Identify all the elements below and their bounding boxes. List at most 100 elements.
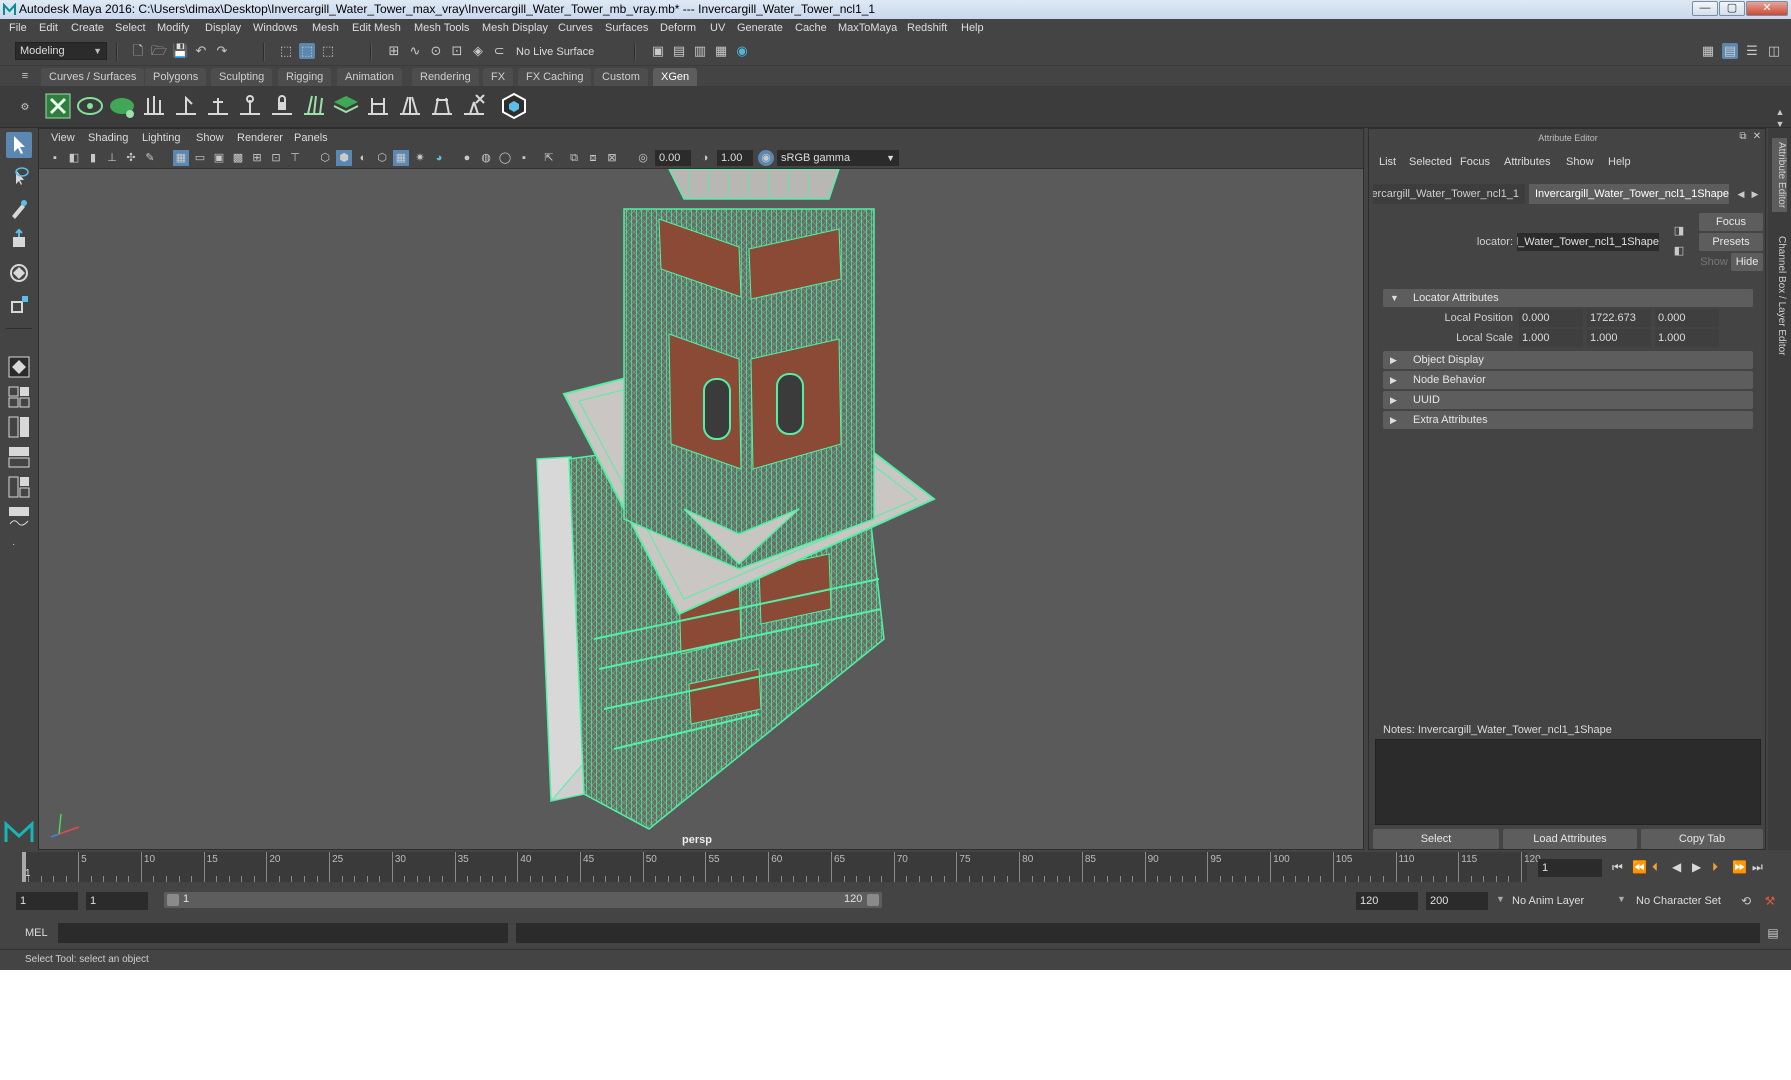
snap-surface-icon[interactable]: ◈ (470, 43, 486, 59)
modeling-toolkit-icon[interactable]: ▤ (1722, 43, 1738, 59)
3d-viewport-canvas[interactable] (39, 169, 1364, 850)
four-view-icon[interactable] (6, 384, 32, 410)
viewport-menu-shading[interactable]: Shading (88, 132, 128, 144)
go-to-start-icon[interactable]: ⏮ (1612, 860, 1623, 874)
sculpt-guide-icon[interactable] (172, 92, 200, 120)
xgen-groom-icon[interactable] (108, 92, 136, 120)
viewport-menu-show[interactable]: Show (196, 132, 224, 144)
place-guide-icon[interactable] (140, 92, 168, 120)
shelf-menu-icon[interactable]: ≡ (17, 68, 33, 84)
safe-action-icon[interactable]: ⊡ (268, 150, 284, 166)
bookmark-icon[interactable]: ▮ (85, 150, 101, 166)
copy-tab-button[interactable]: Copy Tab (1641, 829, 1763, 849)
menu-file[interactable]: File (9, 22, 27, 34)
viewport-menu-renderer[interactable]: Renderer (237, 132, 283, 144)
script-editor-icon[interactable]: ▤ (1765, 925, 1781, 941)
isolate-select-icon[interactable]: ⇱ (541, 150, 557, 166)
rotate-tool-icon[interactable] (6, 260, 32, 286)
color-management-icon[interactable]: ◉ (758, 150, 774, 166)
side-tab-attribute-editor[interactable]: Attribute Editor (1772, 138, 1787, 213)
lasso-tool-icon[interactable] (6, 164, 32, 190)
shelf-tab-fx[interactable]: FX (483, 68, 514, 86)
range-start-handle[interactable] (167, 894, 179, 906)
hide-button[interactable]: Hide (1731, 253, 1763, 271)
time-slider-track[interactable]: 1 5 10 15 20 25 30 35 40 45 50 55 60 65 70 75 80 85 90 95 1… (22, 852, 1541, 882)
live-surface-field[interactable]: No Live Surface (516, 43, 600, 61)
focus-button[interactable]: Focus (1699, 213, 1763, 231)
camera-attributes-icon[interactable]: ◧ (66, 150, 82, 166)
add-guide-icon[interactable] (204, 92, 232, 120)
guide-noise-icon[interactable] (364, 92, 392, 120)
outliner-view-icon[interactable] (6, 444, 32, 470)
clump-icon[interactable] (396, 92, 424, 120)
step-forward-frame-icon[interactable]: ⏩ (1732, 860, 1747, 874)
viewport-menu-view[interactable]: View (51, 132, 75, 144)
show-button[interactable]: Show (1699, 253, 1729, 271)
undo-icon[interactable]: ↶ (193, 43, 209, 59)
menu-deform[interactable]: Deform (660, 22, 696, 34)
side-tab-channel-box[interactable]: Channel Box / Layer Editor (1772, 236, 1787, 356)
ae-menu-show[interactable]: Show (1566, 156, 1594, 168)
maximize-button[interactable]: ▢ (1719, 1, 1745, 16)
go-to-input-icon[interactable]: ◨ (1671, 223, 1687, 239)
xray-icon[interactable]: ⧉ (566, 150, 582, 166)
node-tab-shape[interactable]: Invercargill_Water_Tower_ncl1_1Shape (1529, 184, 1729, 204)
wireframe-icon[interactable]: ⬡ (317, 150, 333, 166)
local-position-x-field[interactable]: 0.000 (1519, 309, 1583, 327)
xray-components-icon[interactable]: ⊠ (604, 150, 620, 166)
notes-textarea[interactable] (1375, 739, 1761, 825)
shelf-tab-rendering[interactable]: Rendering (412, 68, 479, 86)
menu-create[interactable]: Create (71, 22, 104, 34)
menu-edit[interactable]: Edit (39, 22, 58, 34)
animation-preferences-icon[interactable]: ⚒ (1762, 893, 1778, 909)
grease-pencil-icon[interactable]: ✎ (142, 150, 158, 166)
go-to-end-icon[interactable]: ⏭ (1752, 860, 1763, 874)
guide-length-icon[interactable] (236, 92, 264, 120)
shelf-tab-xgen[interactable]: XGen (653, 68, 698, 86)
smooth-shade-icon[interactable]: ⬢ (336, 150, 352, 166)
section-locator-attributes[interactable]: ▼ Locator Attributes (1383, 289, 1753, 307)
open-scene-icon[interactable]: 🗁 (151, 43, 167, 59)
snap-view-icon[interactable]: ⊡ (449, 43, 465, 59)
ae-menu-list[interactable]: List (1379, 156, 1396, 168)
camera-select-icon[interactable]: ▪ (47, 150, 63, 166)
field-chart-icon[interactable]: ⊞ (249, 150, 265, 166)
xgen-editor-icon[interactable] (44, 92, 72, 120)
local-scale-z-field[interactable]: 1.000 (1655, 329, 1719, 347)
menu-display[interactable]: Display (205, 22, 241, 34)
menu-surfaces[interactable]: Surfaces (605, 22, 648, 34)
textured-icon[interactable]: ▦ (393, 150, 409, 166)
range-bar[interactable]: 1 120 (164, 892, 882, 908)
ae-menu-focus[interactable]: Focus (1460, 156, 1490, 168)
magnet-icon[interactable]: ⊂ (491, 43, 507, 59)
menu-redshift[interactable]: Redshift (907, 22, 947, 34)
shelf-tab-animation[interactable]: Animation (337, 68, 402, 86)
render-settings-icon[interactable]: ▦ (713, 43, 729, 59)
water-tower-model[interactable] (536, 169, 936, 830)
layer-stack-icon[interactable] (332, 92, 360, 120)
menu-mesh-tools[interactable]: Mesh Tools (414, 22, 469, 34)
shelf-tab-fx-caching[interactable]: FX Caching (518, 68, 592, 86)
shelf-tab-curves-surfaces[interactable]: Curves / Surfaces (41, 68, 145, 86)
save-scene-icon[interactable]: 💾 (172, 43, 188, 59)
ae-menu-attributes[interactable]: Attributes (1504, 156, 1550, 168)
section-extra-attributes[interactable]: ▶ Extra Attributes (1383, 411, 1753, 429)
step-back-key-icon[interactable]: ⏴ (1652, 860, 1658, 874)
workspace-icon[interactable]: ▦ (1700, 43, 1716, 59)
menu-generate[interactable]: Generate (737, 22, 783, 34)
load-attributes-button[interactable]: Load Attributes (1503, 829, 1637, 849)
section-node-behavior[interactable]: ▶ Node Behavior (1383, 371, 1753, 389)
ambient-occlusion-icon[interactable]: ● (459, 150, 475, 166)
attribute-editor-toggle-icon[interactable]: ☰ (1744, 43, 1760, 59)
menu-edit-mesh[interactable]: Edit Mesh (352, 22, 401, 34)
gamma-field[interactable]: 1.00 (717, 150, 753, 166)
rebuild-guide-icon[interactable] (300, 92, 328, 120)
menu-windows[interactable]: Windows (253, 22, 298, 34)
xray-joints-icon[interactable]: ⧈ (585, 150, 601, 166)
menu-cache[interactable]: Cache (795, 22, 827, 34)
chevron-down-icon[interactable]: ▼ (1496, 894, 1505, 904)
new-scene-icon[interactable]: 🗋 (130, 43, 146, 59)
move-tool-icon[interactable] (6, 228, 32, 254)
viewport-menu-panels[interactable]: Panels (294, 132, 328, 144)
local-position-z-field[interactable]: 0.000 (1655, 309, 1719, 327)
